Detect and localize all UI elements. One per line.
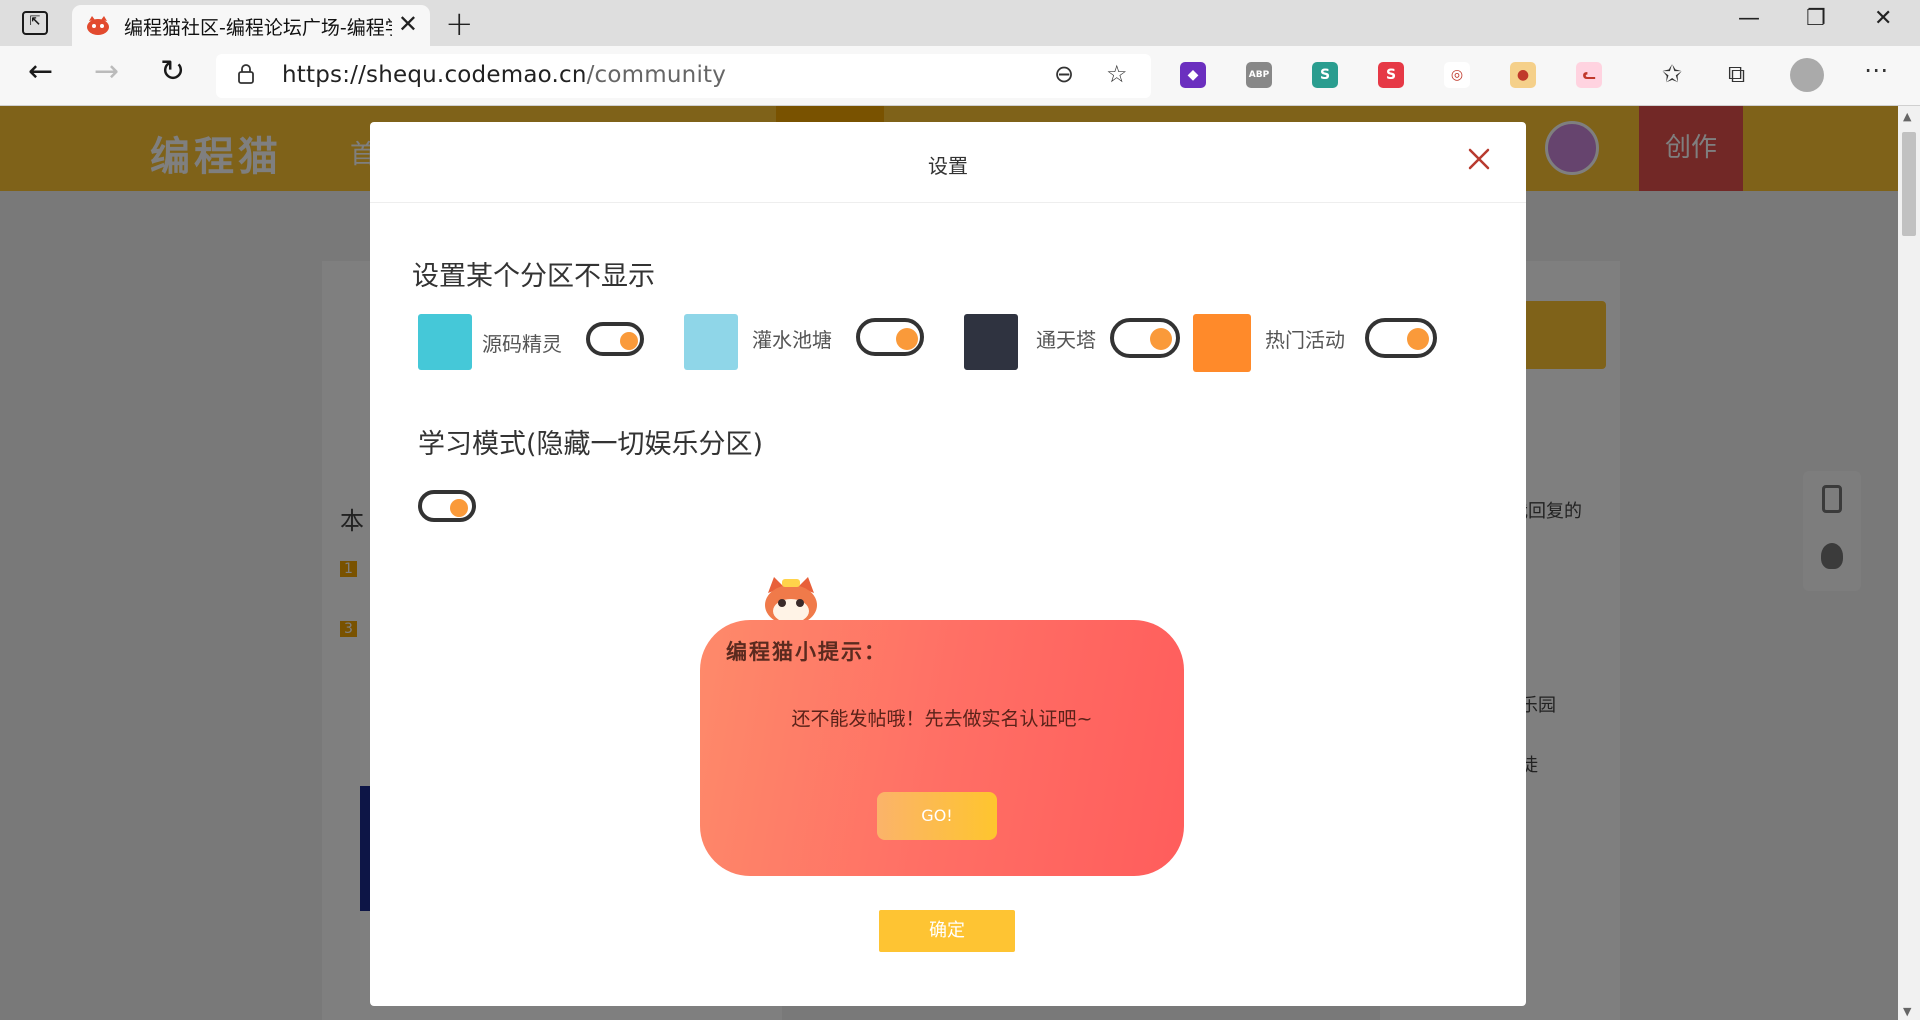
scroll-up-icon[interactable]: ▲ — [1903, 110, 1911, 123]
tip-popup: 编程猫小提示： 还不能发帖哦！先去做实名认证吧~ GO! — [700, 620, 1184, 876]
zone-image — [418, 314, 472, 370]
profile-avatar[interactable] — [1790, 58, 1824, 92]
scroll-thumb[interactable] — [1902, 132, 1916, 236]
zone-label: 灌水池塘 — [752, 328, 832, 352]
zone-image — [1193, 314, 1251, 372]
zone-toggle[interactable] — [586, 322, 644, 356]
lock-icon[interactable] — [238, 64, 254, 84]
zone-item-remenhuodong: 热门活动 — [1193, 314, 1453, 374]
minimize-button[interactable]: — — [1738, 6, 1760, 31]
modal-title: 设置 — [928, 154, 968, 178]
tab-actions-icon[interactable]: ⇱ — [22, 11, 48, 35]
zone-image — [684, 314, 738, 370]
zoom-icon[interactable]: ⊖ — [1054, 60, 1074, 88]
add-favorite-icon[interactable]: ☆ — [1106, 60, 1128, 88]
restore-button[interactable]: ❐ — [1806, 6, 1826, 31]
new-tab-button[interactable]: + — [445, 4, 474, 44]
s-red-extension-icon[interactable]: S — [1378, 62, 1404, 88]
zone-toggle[interactable] — [1365, 318, 1437, 358]
hide-zone-heading: 设置某个分区不显示 — [412, 261, 655, 292]
address-bar[interactable]: https://sheq​u.codemao.cn/community ⊖ ☆ — [216, 54, 1151, 98]
zone-label: 通天塔 — [1036, 328, 1096, 352]
tip-message: 还不能发帖哦！先去做实名认证吧~ — [791, 708, 1093, 730]
zone-image — [964, 314, 1018, 370]
confirm-button[interactable]: 确定 — [879, 910, 1015, 952]
purple-extension-icon[interactable]: ◆ — [1180, 62, 1206, 88]
scroll-down-icon[interactable]: ▼ — [1903, 1005, 1911, 1018]
go-button[interactable]: GO! — [877, 792, 997, 840]
codemao-favicon-icon — [87, 16, 109, 35]
cat-extension-icon[interactable]: ᓚ — [1576, 62, 1602, 88]
modal-header: 设置 — [370, 122, 1526, 203]
back-arrow-icon[interactable]: ← — [28, 54, 53, 89]
chrome-color-extension-icon[interactable]: ◎ — [1444, 62, 1470, 88]
zone-toggle[interactable] — [856, 318, 924, 356]
zone-label: 源码精灵 — [482, 332, 562, 356]
zone-item-tongtianta: 通天塔 — [964, 314, 1194, 374]
favorites-icon[interactable]: ✩ — [1662, 60, 1682, 88]
refresh-icon[interactable]: ↻ — [160, 54, 185, 89]
browser-titlebar: ⇱ 编程猫社区-编程论坛广场-编程学习交流社区 ✕ + — ❐ ✕ — [0, 0, 1920, 46]
url-text[interactable]: https://sheq​u.codemao.cn/community — [282, 62, 726, 88]
adblock-plus-icon[interactable]: ABP — [1246, 62, 1272, 88]
zone-item-guanshuichitang: 灌水池塘 — [684, 314, 944, 374]
window-close-button[interactable]: ✕ — [1874, 6, 1892, 31]
tab-title: 编程猫社区-编程论坛广场-编程学习交流社区 — [124, 17, 392, 39]
cookie-extension-icon[interactable]: ● — [1510, 62, 1536, 88]
close-icon[interactable] — [1464, 144, 1494, 174]
forward-arrow-icon[interactable]: → — [94, 54, 119, 89]
more-menu-icon[interactable]: ⋯ — [1864, 56, 1888, 84]
tip-title: 编程猫小提示： — [726, 640, 887, 664]
study-mode-heading: 学习模式(隐藏一切娱乐分区) — [418, 429, 764, 460]
page-scrollbar[interactable]: ▲ ▼ — [1898, 106, 1920, 1020]
browser-tab[interactable]: 编程猫社区-编程论坛广场-编程学习交流社区 ✕ — [72, 5, 430, 46]
collections-icon[interactable]: ⧉ — [1728, 60, 1745, 88]
zone-toggle[interactable] — [1110, 318, 1180, 358]
study-mode-toggle[interactable] — [418, 490, 476, 522]
zone-item-yuanmajingling: 源码精灵 — [418, 314, 648, 374]
zone-label: 热门活动 — [1265, 328, 1345, 352]
url-path: /community — [586, 62, 727, 88]
browser-toolbar: ← → ↻ https://sheq​u.codemao.cn/communit… — [0, 46, 1920, 106]
tab-close-icon[interactable]: ✕ — [398, 10, 418, 38]
s-green-extension-icon[interactable]: S — [1312, 62, 1338, 88]
url-host: https://sheq​u.codemao.cn — [282, 62, 587, 88]
